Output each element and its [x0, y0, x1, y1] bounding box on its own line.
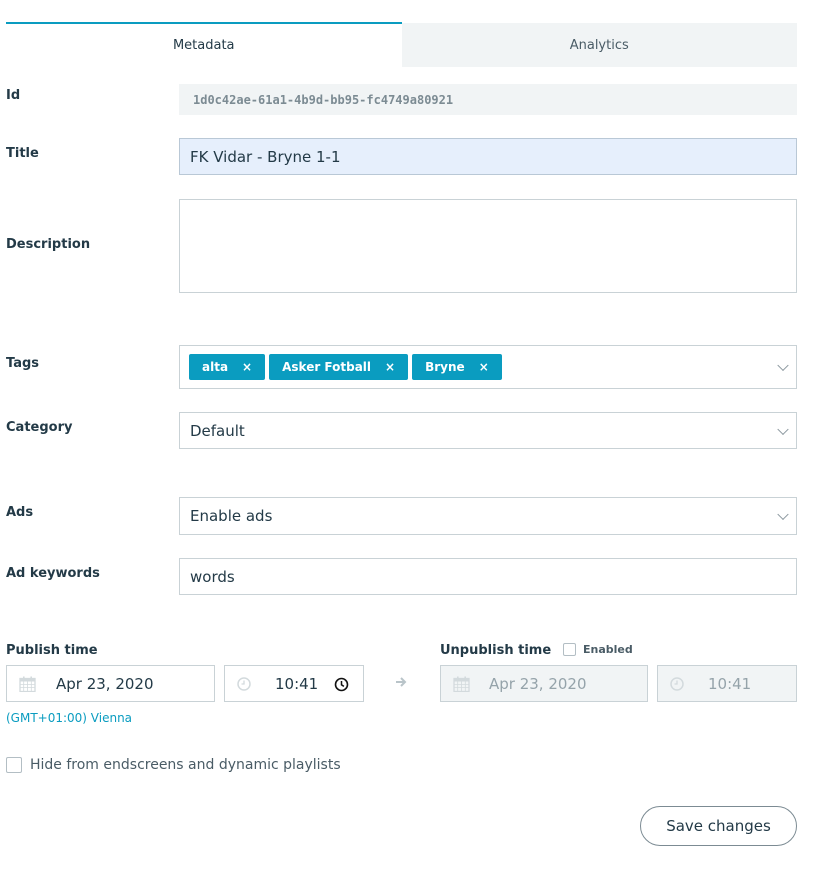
ad-keywords-value: words [190, 567, 235, 586]
unpublish-date-value: Apr 23, 2020 [489, 674, 587, 693]
unpublish-enabled-option[interactable]: Enabled [563, 643, 633, 656]
clock-icon [670, 677, 684, 691]
tag-label: Bryne [425, 360, 465, 374]
tags-label: Tags [6, 356, 40, 371]
remove-tag-icon[interactable]: × [242, 360, 252, 374]
ads-select[interactable]: Enable ads [179, 497, 797, 535]
tag-chip: alta × [189, 354, 266, 380]
tags-input[interactable]: alta × Asker Fotball × Bryne × [179, 345, 797, 389]
save-button[interactable]: Save changes [640, 806, 797, 846]
chevron-down-icon [777, 508, 789, 521]
unpublish-enabled-checkbox[interactable] [563, 643, 576, 656]
tag-label: Asker Fotball [282, 360, 372, 374]
publish-date-input[interactable]: Apr 23, 2020 [6, 665, 215, 702]
ad-keywords-label: Ad keywords [6, 566, 100, 581]
arrow-right-icon [396, 677, 407, 687]
calendar-icon [19, 676, 36, 692]
publish-time-input[interactable]: 10:41 [224, 665, 364, 702]
category-select[interactable]: Default [179, 412, 797, 449]
publish-time-label: Publish time [6, 643, 98, 658]
title-input[interactable]: FK Vidar - Bryne 1-1 [179, 138, 797, 175]
ads-value: Enable ads [190, 507, 273, 525]
title-input-value: FK Vidar - Bryne 1-1 [190, 147, 341, 166]
remove-tag-icon[interactable]: × [479, 360, 489, 374]
unpublish-enabled-label: Enabled [583, 643, 633, 656]
tab-metadata[interactable]: Metadata [6, 22, 402, 67]
publish-time-value: 10:41 [275, 674, 319, 693]
id-label: Id [6, 88, 21, 103]
unpublish-time-label: Unpublish time [440, 643, 552, 658]
timezone-link[interactable]: (GMT+01:00) Vienna [6, 711, 132, 725]
category-label: Category [6, 420, 73, 435]
title-label: Title [6, 146, 39, 161]
id-value: 1d0c42ae-61a1-4b9d-bb95-fc4749a80921 [179, 84, 797, 115]
clock-icon [237, 677, 251, 691]
unpublish-time-input: 10:41 [657, 665, 797, 702]
hide-option[interactable]: Hide from endscreens and dynamic playlis… [6, 757, 341, 773]
category-value: Default [190, 421, 245, 440]
calendar-icon [453, 676, 470, 692]
tag-chip: Bryne × [412, 354, 502, 380]
tab-bar: Metadata Analytics [6, 22, 797, 67]
remove-tag-icon[interactable]: × [385, 360, 395, 374]
description-textarea[interactable] [179, 199, 797, 293]
time-picker-icon[interactable] [334, 677, 349, 692]
tag-label: alta [202, 360, 229, 374]
ad-keywords-input[interactable]: words [179, 558, 797, 595]
chevron-down-icon [777, 423, 789, 435]
hide-checkbox[interactable] [6, 757, 22, 773]
unpublish-date-input: Apr 23, 2020 [440, 665, 648, 702]
publish-date-value: Apr 23, 2020 [56, 674, 154, 693]
hide-label: Hide from endscreens and dynamic playlis… [30, 757, 341, 773]
unpublish-time-value: 10:41 [708, 674, 752, 693]
description-label: Description [6, 237, 91, 252]
chevron-down-icon[interactable] [777, 359, 789, 372]
tag-chip: Asker Fotball × [269, 354, 409, 380]
ads-label: Ads [6, 505, 34, 520]
tab-analytics[interactable]: Analytics [401, 23, 797, 67]
